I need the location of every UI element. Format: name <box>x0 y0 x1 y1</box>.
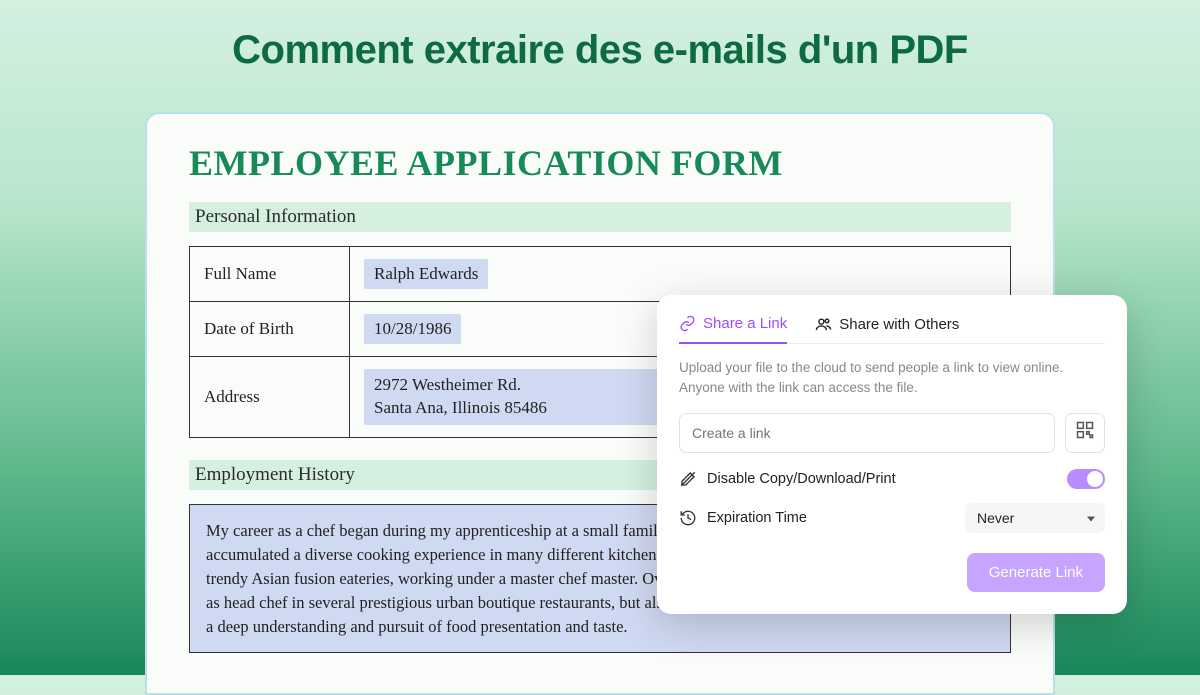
disable-copy-toggle[interactable] <box>1067 469 1105 489</box>
tab-share-others-label: Share with Others <box>839 316 959 333</box>
full-name-value[interactable]: Ralph Edwards <box>364 259 488 289</box>
clock-history-icon <box>679 509 697 527</box>
disable-copy-label: Disable Copy/Download/Print <box>707 471 896 487</box>
expiration-row: Expiration Time Never <box>679 503 1105 533</box>
qrcode-icon <box>1075 420 1095 445</box>
people-icon <box>815 316 832 333</box>
tab-share-others[interactable]: Share with Others <box>815 315 959 343</box>
address-line1: 2972 Westheimer Rd. <box>374 375 521 394</box>
tabs-row: Share a Link Share with Others <box>679 315 1105 344</box>
address-line2: Santa Ana, Illinois 85486 <box>374 398 547 417</box>
dob-value[interactable]: 10/28/1986 <box>364 314 461 344</box>
link-input[interactable] <box>679 413 1055 453</box>
expiration-select[interactable]: Never <box>965 503 1105 533</box>
section-personal-info: Personal Information <box>189 202 1011 232</box>
disable-copy-row: Disable Copy/Download/Print <box>679 469 1105 489</box>
dob-label: Date of Birth <box>190 302 350 357</box>
address-label: Address <box>190 357 350 438</box>
page-title: Comment extraire des e-mails d'un PDF <box>0 0 1200 73</box>
pen-slash-icon <box>679 470 697 488</box>
generate-link-button[interactable]: Generate Link <box>967 553 1105 592</box>
link-icon <box>679 315 696 332</box>
tab-share-link-label: Share a Link <box>703 315 787 332</box>
qr-code-button[interactable] <box>1065 413 1105 453</box>
tab-share-link[interactable]: Share a Link <box>679 315 787 344</box>
document-heading: EMPLOYEE APPLICATION FORM <box>189 142 1011 184</box>
table-row: Full Name Ralph Edwards <box>190 247 1011 302</box>
expiration-label: Expiration Time <box>707 510 807 526</box>
share-description: Upload your file to the cloud to send pe… <box>679 358 1105 399</box>
full-name-label: Full Name <box>190 247 350 302</box>
full-name-cell: Ralph Edwards <box>350 247 1011 302</box>
link-input-row <box>679 413 1105 453</box>
share-panel: Share a Link Share with Others Upload yo… <box>657 295 1127 614</box>
